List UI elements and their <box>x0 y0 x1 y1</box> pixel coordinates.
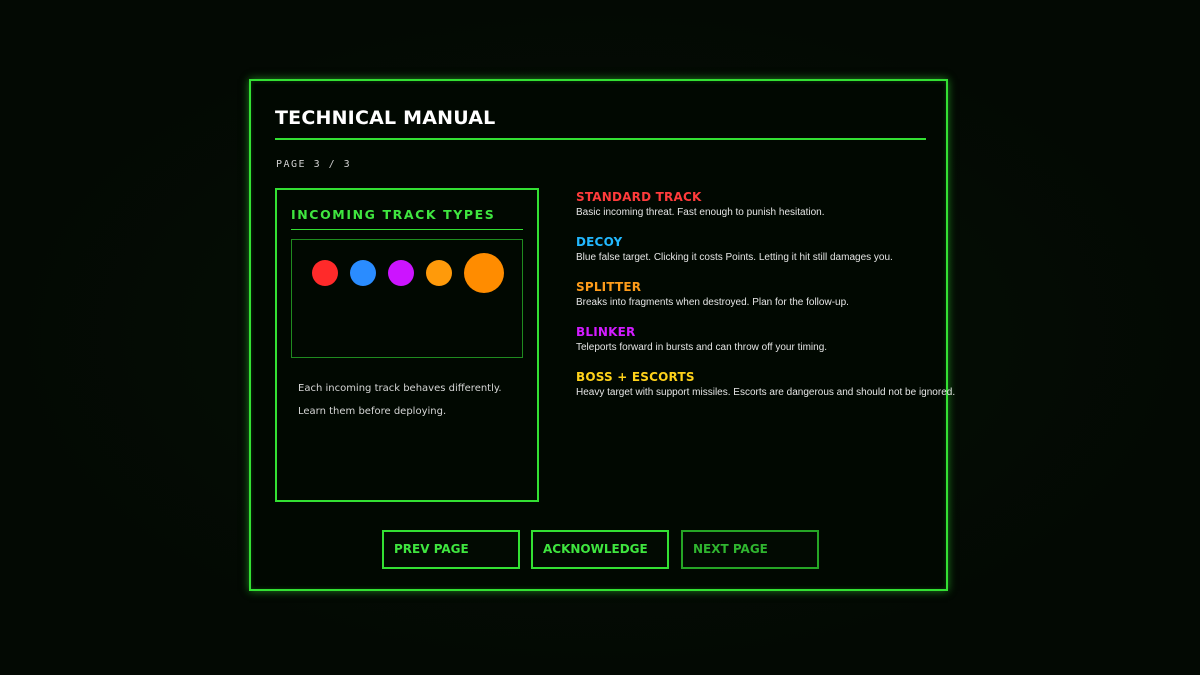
track-type-blinker: BLINKER Teleports forward in bursts and … <box>576 325 946 353</box>
track-type-description: Breaks into fragments when destroyed. Pl… <box>576 297 849 308</box>
track-type-decoy: DECOY Blue false target. Clicking it cos… <box>576 235 946 263</box>
prev-page-button[interactable]: PREV PAGE <box>382 530 520 569</box>
track-type-standard: STANDARD TRACK Basic incoming threat. Fa… <box>576 190 946 218</box>
track-type-name: BOSS + ESCORTS <box>576 370 695 384</box>
track-type-description: Basic incoming threat. Fast enough to pu… <box>576 207 825 218</box>
standard-track-dot <box>312 260 338 286</box>
track-type-boss: BOSS + ESCORTS Heavy target with support… <box>576 370 956 398</box>
track-type-description: Blue false target. Clicking it costs Poi… <box>576 252 893 263</box>
acknowledge-button[interactable]: ACKNOWLEDGE <box>531 530 669 569</box>
card-description-1: Each incoming track behaves differently. <box>298 383 502 394</box>
technical-manual-panel: TECHNICAL MANUAL PAGE 3 / 3 INCOMING TRA… <box>249 79 956 591</box>
page-indicator: PAGE 3 / 3 <box>276 159 352 170</box>
track-preview <box>291 239 523 358</box>
track-types-card: INCOMING TRACK TYPES Each incoming track… <box>275 188 539 502</box>
splitter-dot <box>426 260 452 286</box>
decoy-dot <box>350 260 376 286</box>
track-type-name: SPLITTER <box>576 280 642 294</box>
page-title: TECHNICAL MANUAL <box>275 107 496 129</box>
card-description-2: Learn them before deploying. <box>298 406 447 417</box>
next-page-button[interactable]: NEXT PAGE <box>681 530 819 569</box>
boss-dot <box>464 253 504 293</box>
track-type-splitter: SPLITTER Breaks into fragments when dest… <box>576 280 946 308</box>
track-type-name: BLINKER <box>576 325 636 339</box>
track-type-name: DECOY <box>576 235 623 249</box>
card-divider <box>291 229 523 230</box>
track-type-description: Heavy target with support missiles. Esco… <box>576 387 956 398</box>
track-type-description: Teleports forward in bursts and can thro… <box>576 342 828 353</box>
blinker-dot <box>388 260 414 286</box>
card-title: INCOMING TRACK TYPES <box>291 207 496 222</box>
title-divider <box>275 138 926 140</box>
screen-background: TECHNICAL MANUAL PAGE 3 / 3 INCOMING TRA… <box>0 0 1200 675</box>
track-type-name: STANDARD TRACK <box>576 190 702 204</box>
